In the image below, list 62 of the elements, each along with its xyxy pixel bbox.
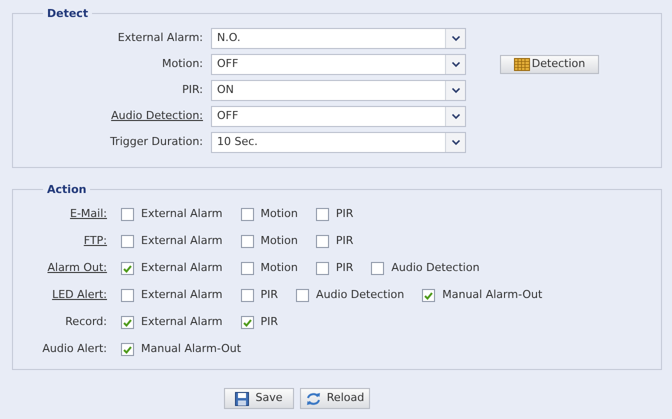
- checkbox-label: External Alarm: [141, 233, 223, 250]
- checkbox[interactable]: [121, 343, 134, 356]
- field-label: External Alarm:: [118, 30, 203, 44]
- caret-icon: [452, 88, 460, 92]
- checkbox-label: Audio Detection: [316, 287, 404, 304]
- checkbox[interactable]: [422, 289, 436, 302]
- dropdown-field[interactable]: OFF: [211, 54, 466, 74]
- caret-icon: [452, 140, 460, 144]
- row-label: Audio Alert:: [42, 342, 107, 356]
- row-label: Record:: [65, 315, 107, 328]
- grid-icon: [514, 58, 530, 70]
- checkbox-label: PIR: [336, 233, 354, 250]
- dropdown-field[interactable]: N.O.: [211, 28, 466, 48]
- dropdown-field[interactable]: 10 Sec.: [211, 132, 466, 152]
- checkbox-label: External Alarm: [141, 206, 223, 222]
- checkbox-label: PIR: [336, 206, 354, 222]
- checkbox[interactable]: [240, 208, 254, 221]
- checkbox-label: Motion: [260, 233, 298, 250]
- row-label-link[interactable]: FTP:: [84, 234, 107, 248]
- checkbox-label: PIR: [260, 314, 278, 330]
- checkbox[interactable]: [121, 262, 134, 275]
- checkbox[interactable]: [316, 208, 329, 221]
- refresh-icon: [306, 392, 321, 406]
- checkbox[interactable]: [240, 262, 254, 275]
- field-label-link[interactable]: Audio Detection:: [111, 108, 203, 122]
- checkbox-label: Manual Alarm-Out: [442, 287, 542, 304]
- section-title: Action: [46, 184, 88, 195]
- checkbox-label: External Alarm: [141, 314, 223, 330]
- row-label-link[interactable]: Alarm Out:: [47, 261, 107, 274]
- dropdown-field[interactable]: ON: [211, 80, 466, 100]
- checkbox[interactable]: [296, 289, 310, 302]
- checkbox[interactable]: [121, 289, 134, 302]
- checkbox[interactable]: [316, 235, 329, 248]
- checkbox[interactable]: [316, 262, 329, 275]
- row-label-link[interactable]: LED Alert:: [52, 288, 107, 302]
- checkbox-label: PIR: [260, 287, 278, 304]
- field-label: Trigger Duration:: [110, 134, 203, 148]
- caret-icon: [452, 114, 460, 118]
- checkbox-label: PIR: [336, 260, 354, 276]
- field-label: Motion:: [162, 56, 203, 70]
- checkbox-label: Motion: [260, 260, 298, 276]
- caret-icon: [452, 36, 460, 40]
- checkbox[interactable]: [121, 208, 134, 221]
- checkbox[interactable]: [240, 235, 254, 248]
- checkbox-label: External Alarm: [141, 260, 223, 276]
- checkbox[interactable]: [121, 316, 134, 329]
- checkbox[interactable]: [240, 316, 254, 329]
- row-label-link[interactable]: E-Mail:: [70, 207, 107, 220]
- checkbox-label: Manual Alarm-Out: [141, 341, 242, 358]
- save-button[interactable]: Save: [224, 388, 294, 409]
- field-label: PIR:: [182, 82, 203, 96]
- checkbox[interactable]: [240, 289, 254, 302]
- checkbox[interactable]: [121, 235, 134, 248]
- reload-button[interactable]: Reload: [300, 388, 370, 409]
- checkbox-label: External Alarm: [141, 287, 223, 304]
- detection-button[interactable]: Detection: [500, 54, 599, 74]
- checkbox-label: Audio Detection: [391, 260, 480, 276]
- dropdown-field[interactable]: OFF: [211, 106, 466, 126]
- checkbox-label: Motion: [260, 206, 298, 222]
- caret-icon: [452, 62, 460, 66]
- section-title: Detect: [46, 8, 90, 19]
- checkbox[interactable]: [371, 262, 384, 275]
